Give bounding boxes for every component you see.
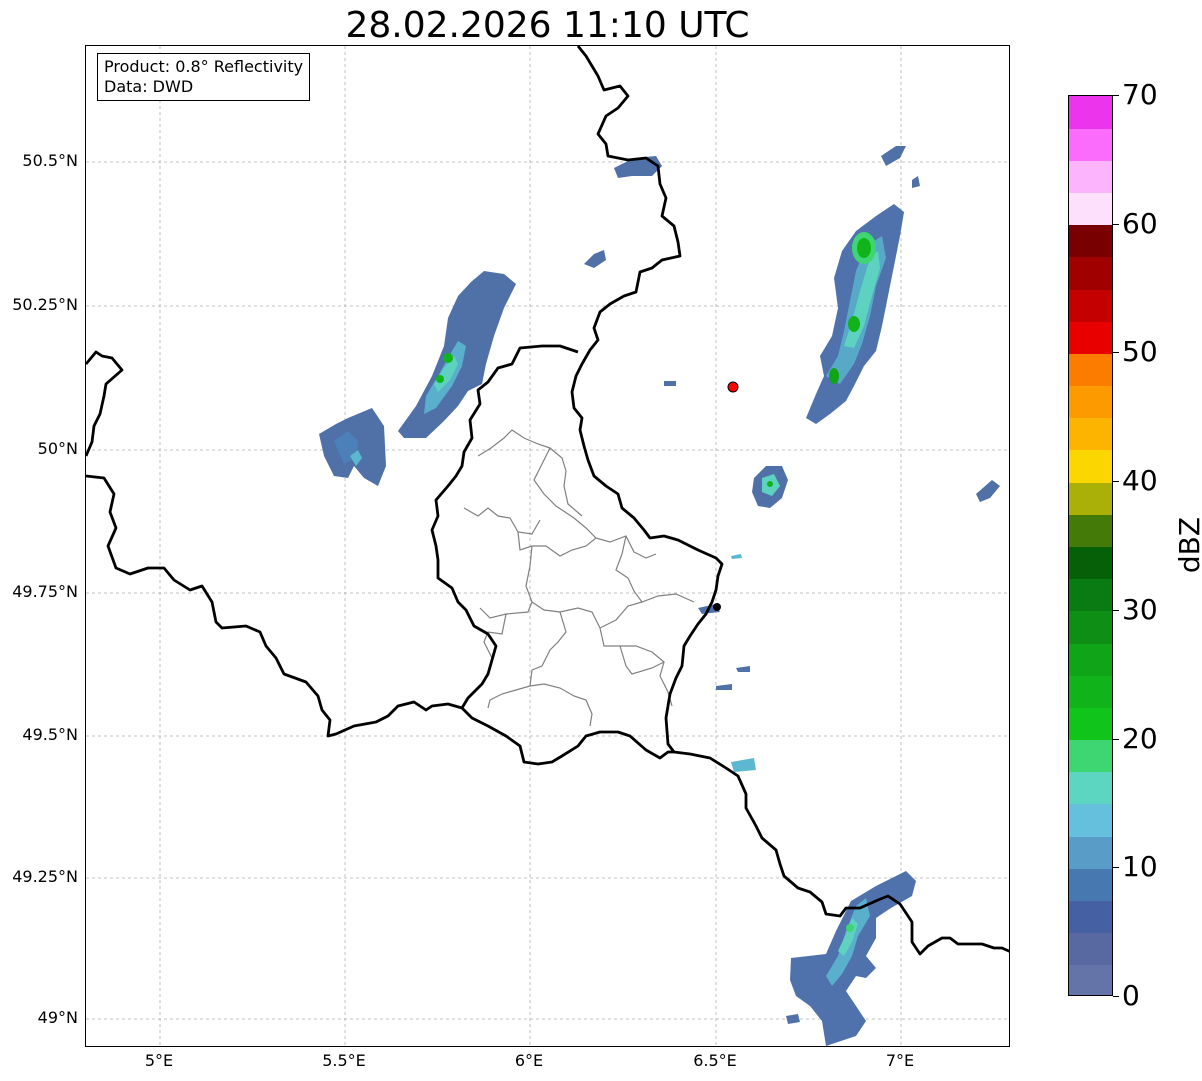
echo-cluster-south — [786, 871, 916, 1046]
colorbar-segment — [1069, 546, 1112, 580]
colorbar-segment — [1069, 803, 1112, 837]
colorbar-segment — [1069, 707, 1112, 741]
regional-boundaries — [463, 429, 695, 727]
product-label: Product: 0.8° Reflectivity — [104, 57, 304, 76]
colorbar-tick — [1113, 609, 1119, 611]
colorbar-segment — [1069, 932, 1112, 966]
colorbar-segment — [1069, 771, 1112, 805]
lat-tick-label: 49.25°N — [12, 867, 78, 886]
colorbar-tick-label: 0 — [1122, 979, 1140, 1012]
lon-tick-label: 6°E — [514, 1051, 544, 1070]
colorbar-tick — [1113, 996, 1119, 997]
colorbar-tick-label: 70 — [1122, 78, 1158, 111]
colorbar-tick — [1113, 223, 1119, 225]
national-borders — [86, 46, 1009, 956]
colorbar-tick — [1113, 95, 1119, 96]
city-marker — [713, 603, 721, 611]
colorbar-unit-label: dBZ — [1173, 516, 1202, 574]
data-source-label: Data: DWD — [104, 77, 194, 96]
colorbar-tick-label: 40 — [1122, 464, 1158, 498]
colorbar-segment — [1069, 482, 1112, 515]
colorbar-segment — [1069, 353, 1112, 387]
lon-tick-label: 5°E — [144, 1051, 174, 1070]
map-title: 28.02.2026 11:10 UTC — [345, 5, 750, 46]
colorbar-tick — [1113, 867, 1119, 869]
colorbar-segment — [1069, 514, 1112, 547]
colorbar-segment — [1069, 385, 1112, 419]
radar-site-marker — [727, 381, 739, 393]
colorbar-segment — [1069, 128, 1112, 161]
colorbar-tick-label: 60 — [1122, 206, 1158, 240]
colorbar-segment — [1069, 964, 1112, 995]
lat-tick-label: 49°N — [37, 1008, 78, 1027]
map-canvas — [86, 46, 1009, 1046]
colorbar-segment — [1069, 160, 1112, 194]
colorbar-segment — [1069, 224, 1112, 258]
lon-tick-label: 5.5°E — [322, 1051, 366, 1070]
echo-cluster-northwest — [398, 271, 516, 438]
echo-cluster-center-east — [664, 381, 1000, 772]
colorbar-tick-label: 20 — [1122, 721, 1158, 755]
colorbar-tick — [1113, 738, 1119, 740]
colorbar-segment — [1069, 96, 1112, 129]
lat-tick-label: 50°N — [37, 439, 78, 458]
colorbar-tick-label: 50 — [1122, 335, 1158, 369]
lat-tick-label: 49.75°N — [12, 582, 78, 601]
border-de-be-fr-north — [570, 46, 724, 753]
echo-cluster-west — [319, 408, 386, 486]
colorbar — [1068, 95, 1113, 996]
colorbar-segment — [1069, 675, 1112, 708]
lon-tick-label: 7°E — [885, 1051, 915, 1070]
echo-cluster-north — [584, 156, 662, 268]
colorbar-tick-label: 10 — [1122, 850, 1158, 884]
colorbar-segment — [1069, 289, 1112, 322]
colorbar-tick-label: 30 — [1122, 592, 1158, 626]
colorbar-segment — [1069, 417, 1112, 451]
colorbar-segment — [1069, 321, 1112, 354]
colorbar-segment — [1069, 578, 1112, 612]
lon-tick-label: 6.5°E — [693, 1051, 737, 1070]
colorbar-segment — [1069, 610, 1112, 644]
colorbar-segment — [1069, 900, 1112, 934]
colorbar-tick — [1113, 352, 1119, 354]
colorbar-segment — [1069, 739, 1112, 773]
product-info-box: Product: 0.8° Reflectivity Data: DWD — [97, 53, 311, 101]
colorbar-segment — [1069, 192, 1112, 226]
border-be-fr — [86, 474, 463, 738]
colorbar-segment — [1069, 449, 1112, 483]
lat-tick-label: 49.5°N — [22, 725, 78, 744]
colorbar-segment — [1069, 836, 1112, 869]
colorbar-tick — [1113, 481, 1119, 483]
echo-cluster-northeast — [806, 146, 920, 424]
lat-tick-label: 50.5°N — [22, 151, 78, 170]
lat-tick-label: 50.25°N — [12, 295, 78, 314]
colorbar-segment — [1069, 868, 1112, 901]
border-nl-be — [86, 350, 124, 457]
colorbar-segment — [1069, 256, 1112, 290]
colorbar-segment — [1069, 643, 1112, 676]
radar-map[interactable] — [85, 45, 1010, 1047]
